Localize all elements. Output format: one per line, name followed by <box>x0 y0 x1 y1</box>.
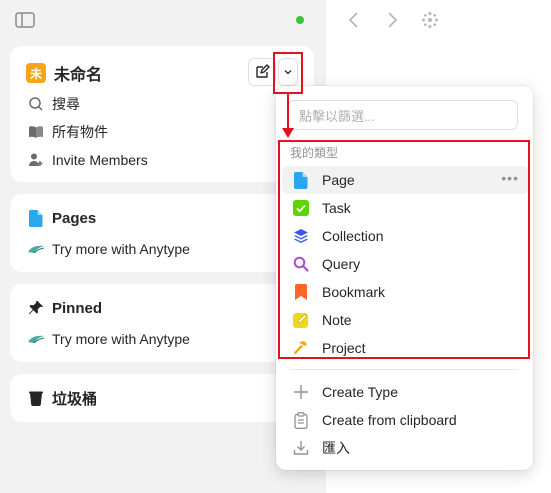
anytype-logo-icon <box>26 239 46 259</box>
nav-invite-members[interactable]: Invite Members <box>26 148 148 172</box>
space-name: 未命名 <box>54 67 103 84</box>
page-icon <box>26 208 46 228</box>
nav-invite-label: Invite Members <box>52 152 148 168</box>
pinned-try-more-label: Try more with Anytype <box>52 331 190 347</box>
pinned-widget-title[interactable]: Pinned <box>26 296 102 320</box>
import-label: 匯入 <box>322 440 350 456</box>
space-card: 未 未命名 搜尋 所有物件 Invite Members <box>10 46 314 182</box>
create-object-button[interactable] <box>248 58 276 86</box>
nav-search[interactable]: 搜尋 <box>26 92 80 116</box>
pages-widget: Pages Try more with Anytype <box>10 194 314 272</box>
import-download-icon <box>292 439 310 457</box>
create-from-clipboard-button[interactable]: Create from clipboard <box>282 406 529 434</box>
pinned-title-label: Pinned <box>52 299 103 317</box>
sidebar-toggle-icon[interactable] <box>14 10 36 30</box>
plus-icon <box>292 383 310 401</box>
nav-all-objects[interactable]: 所有物件 <box>26 120 108 144</box>
pages-widget-title[interactable]: Pages <box>26 206 96 230</box>
pinned-widget: Pinned Try more with Anytype <box>10 284 314 362</box>
back-arrow-icon[interactable] <box>346 10 362 35</box>
search-icon <box>26 94 46 114</box>
space-avatar: 未 <box>26 63 46 83</box>
trash-icon <box>26 388 46 408</box>
pinned-try-more[interactable]: Try more with Anytype <box>26 328 190 350</box>
annotation-arrow-line <box>287 94 289 130</box>
clipboard-icon <box>292 411 310 429</box>
pages-try-more-label: Try more with Anytype <box>52 241 190 257</box>
nav-search-label: 搜尋 <box>52 96 80 112</box>
add-person-icon <box>26 150 46 170</box>
annotation-highlight-dropdown-button <box>273 52 303 94</box>
nav-all-objects-label: 所有物件 <box>52 124 108 140</box>
pages-title-label: Pages <box>52 209 97 227</box>
import-button[interactable]: 匯入 <box>282 434 529 462</box>
book-icon <box>26 122 46 142</box>
bin-widget-title[interactable]: 垃圾桶 <box>26 386 97 410</box>
menu-filter-input[interactable]: 點擊以篩選... <box>288 100 518 130</box>
bin-title-label: 垃圾桶 <box>52 390 98 408</box>
sync-status-dot[interactable] <box>296 16 304 24</box>
forward-arrow-icon[interactable] <box>384 10 400 35</box>
create-from-clipboard-label: Create from clipboard <box>322 412 457 428</box>
create-type-button[interactable]: Create Type <box>282 378 529 406</box>
space-title[interactable]: 未 未命名 <box>26 62 102 84</box>
pin-icon <box>26 298 46 318</box>
annotation-highlight-my-types <box>278 140 530 359</box>
pages-try-more[interactable]: Try more with Anytype <box>26 238 190 260</box>
graph-icon[interactable] <box>420 10 440 35</box>
annotation-arrow-head <box>282 128 294 138</box>
anytype-logo-icon <box>26 329 46 349</box>
edit-icon <box>256 64 270 78</box>
bin-widget[interactable]: 垃圾桶 <box>10 374 314 422</box>
create-type-label: Create Type <box>322 384 399 400</box>
menu-divider <box>290 369 518 370</box>
